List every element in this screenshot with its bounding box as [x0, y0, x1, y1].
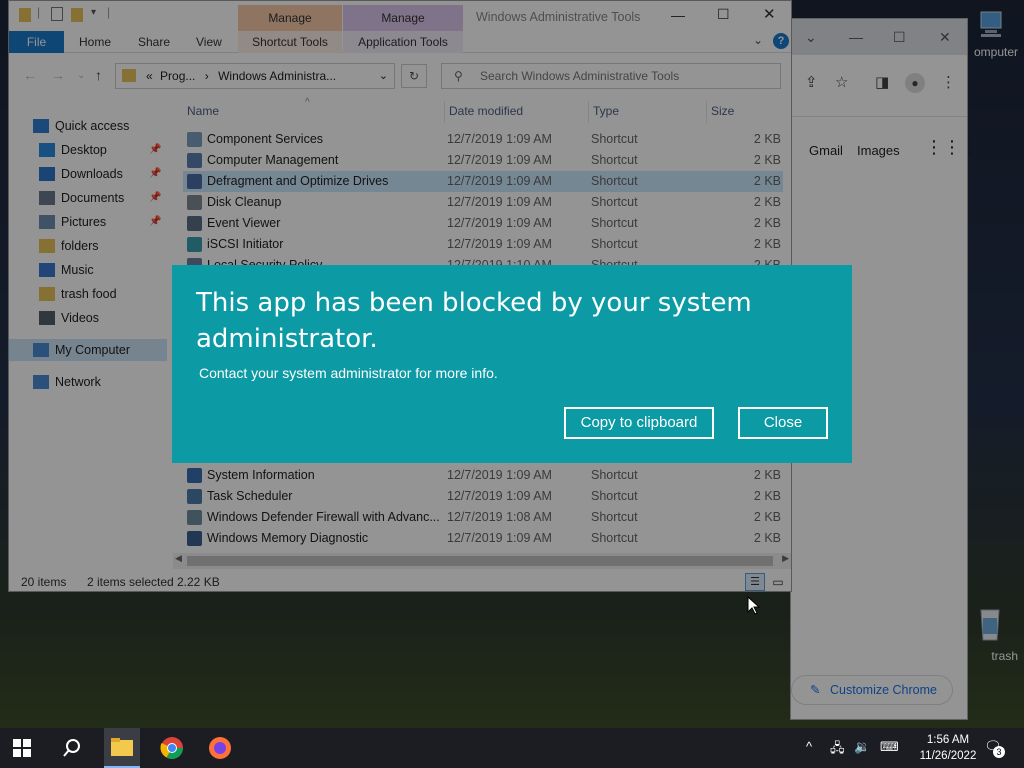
close-button[interactable]: Close: [738, 407, 828, 439]
folder-icon: [111, 738, 133, 756]
volume-icon[interactable]: 🔉: [854, 739, 870, 755]
chrome-icon[interactable]: [160, 736, 184, 760]
show-hidden-icons-icon[interactable]: ^: [806, 739, 812, 754]
network-icon[interactable]: 🖧: [830, 739, 845, 761]
dialog-title: This app has been blocked by your system…: [196, 288, 752, 354]
search-icon[interactable]: [62, 738, 82, 758]
taskbar-file-explorer[interactable]: [104, 728, 140, 768]
taskbar: ^ 🖧 🔉 ⌨ 1:56 AM 11/26/2022 🗨 3: [0, 728, 1024, 768]
windows-start-icon[interactable]: [12, 738, 32, 758]
notification-count-badge: 3: [993, 746, 1005, 758]
blocked-app-dialog: This app has been blocked by your system…: [172, 265, 852, 463]
notification-center-icon[interactable]: 🗨 3: [984, 738, 1005, 758]
clock[interactable]: 1:56 AM 11/26/2022: [912, 732, 984, 764]
copy-to-clipboard-button[interactable]: Copy to clipboard: [564, 407, 714, 439]
keyboard-icon[interactable]: ⌨: [880, 739, 899, 755]
clock-time: 1:56 AM: [926, 734, 970, 746]
dialog-message: Contact your system administrator for mo…: [199, 365, 498, 381]
mouse-cursor-icon: [747, 596, 761, 615]
firefox-icon[interactable]: [208, 736, 232, 760]
clock-date: 11/26/2022: [919, 750, 977, 762]
